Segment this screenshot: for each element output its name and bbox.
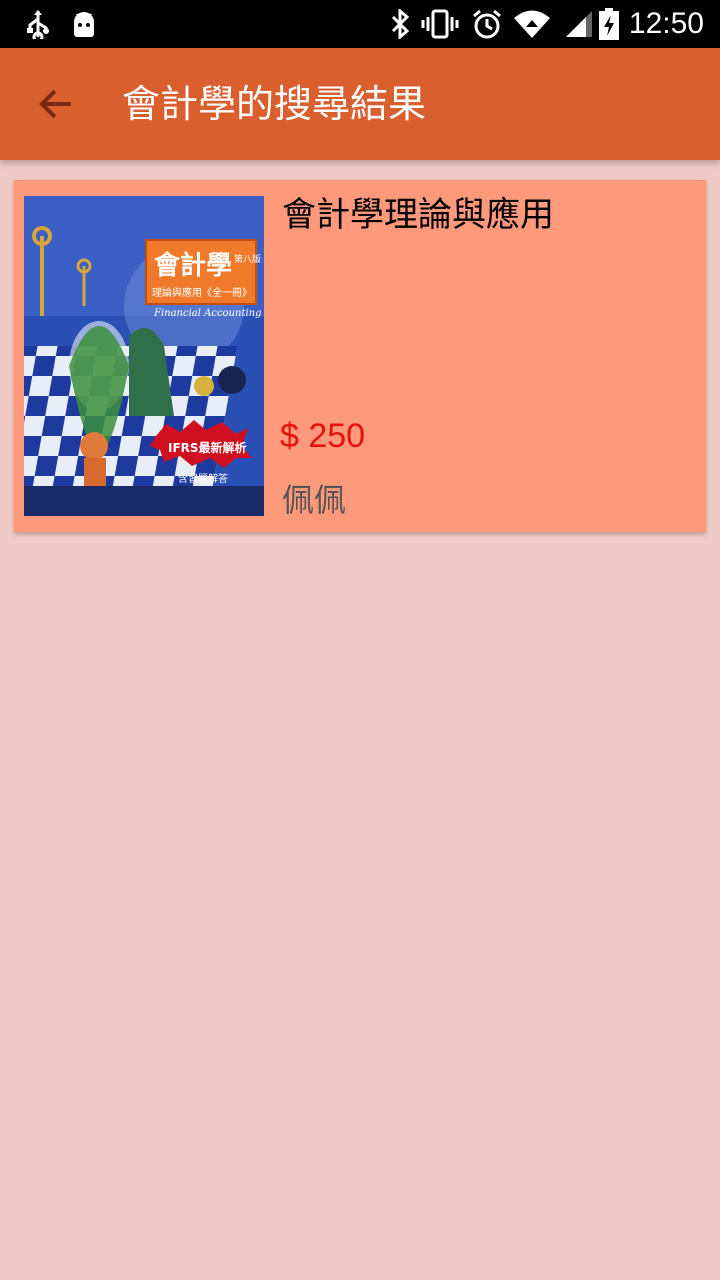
book-price: $ 250 [280, 417, 366, 455]
page-title: 會計學的搜尋結果 [122, 82, 427, 126]
book-cover-image: 會計學 第八版 理論與應用《全一冊》 Financial Accounting … [24, 196, 264, 516]
wifi-icon [512, 8, 552, 40]
alarm-icon [470, 8, 504, 40]
book-title: 會計學理論與應用 [282, 195, 554, 235]
status-bar: 12:50 [0, 0, 720, 48]
seller-name: 佩佩 [282, 481, 347, 519]
cover-main-title: 會計學 [154, 250, 232, 281]
result-card[interactable]: 會計學 第八版 理論與應用《全一冊》 Financial Accounting … [14, 180, 706, 532]
arrow-back-icon [39, 89, 71, 119]
app-bar: 會計學的搜尋結果 [0, 48, 720, 160]
bluetooth-icon [384, 8, 416, 40]
battery-charging-icon [598, 8, 620, 40]
android-icon [68, 8, 100, 40]
cover-badge: IFRS最新解析 [168, 440, 247, 455]
back-button[interactable] [26, 78, 86, 130]
cover-note: 含習題解答 [178, 472, 228, 485]
cover-edition: 第八版 [234, 253, 261, 265]
clock-time: 12:50 [628, 7, 704, 40]
cover-english-title: Financial Accounting [153, 308, 262, 319]
signal-icon [562, 8, 596, 40]
vibrate-icon [420, 8, 460, 40]
usb-icon [22, 8, 54, 40]
cover-subtitle: 理論與應用《全一冊》 [152, 286, 252, 299]
